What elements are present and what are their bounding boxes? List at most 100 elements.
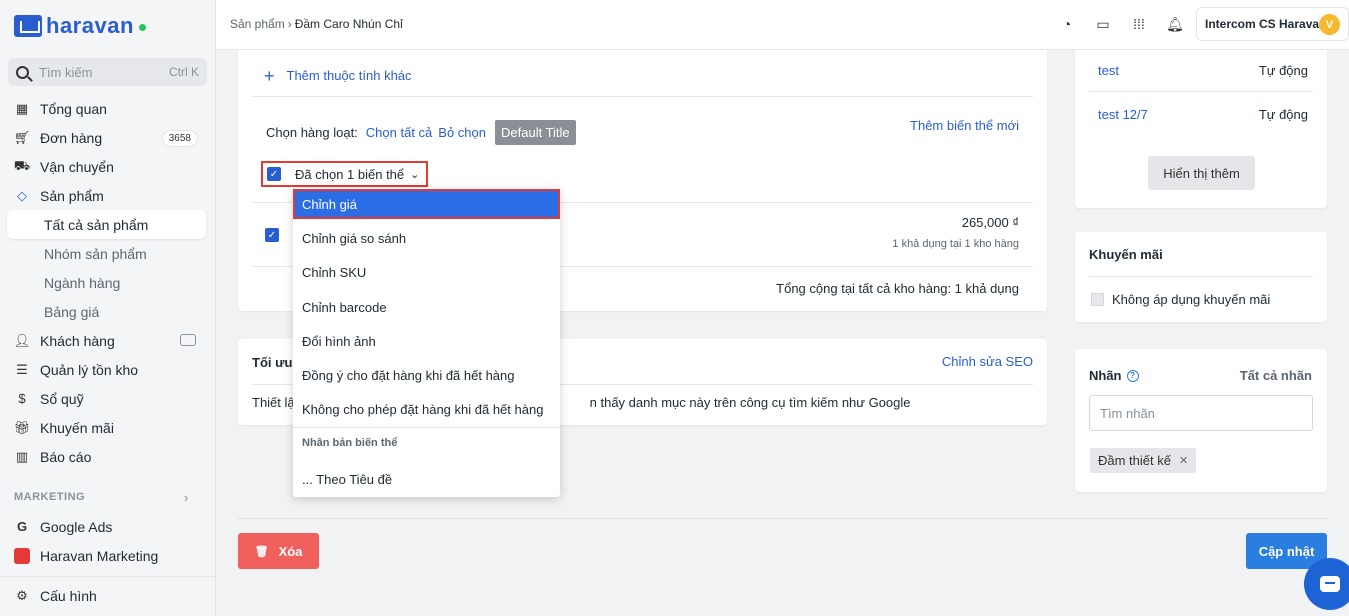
tags-card: Nhãn ? Tất cả nhãn Đầm thiết kế ✕ — [1075, 349, 1327, 492]
selected-variants-toggle[interactable]: ✓ Đã chọn 1 biến thể ⌄ — [261, 161, 428, 187]
sales-channels-card: test Tự động test 12/7 Tự động Hiển thị … — [1075, 50, 1327, 208]
menu-item-allow-backorder[interactable]: Đồng ý cho đặt hàng khi đã hết hàng — [293, 360, 560, 390]
sidebar-item-cashbook[interactable]: $ Sổ quỹ — [0, 384, 216, 413]
menu-divider — [293, 427, 560, 428]
delete-label: Xóa — [278, 543, 303, 559]
apps-grid-icon[interactable]: ⁞⁞⁞ — [1131, 16, 1147, 32]
account-menu[interactable]: Intercom CS Haravan V — [1196, 7, 1349, 41]
breadcrumb: Sản phẩm › Đầm Caro Nhún Chỉ — [230, 17, 403, 31]
deselect-link[interactable]: Bỏ chọn — [438, 125, 486, 140]
select-all-link[interactable]: Chọn tất cả — [366, 125, 433, 140]
footer-divider — [238, 518, 1327, 519]
sidebar-subitem-price-lists[interactable]: Bảng giá — [0, 297, 216, 326]
sidebar-item-haravan-marketing[interactable]: Haravan Marketing — [0, 541, 216, 570]
sidebar-item-overview[interactable]: ▦ Tổng quan — [0, 94, 216, 123]
all-tags-link[interactable]: Tất cả nhãn — [1240, 368, 1312, 383]
haravan-marketing-icon — [14, 547, 30, 564]
sidebar-item-label: Sổ quỹ — [40, 390, 84, 407]
tag-chip: Đầm thiết kế ✕ — [1090, 448, 1197, 473]
divider — [252, 96, 1033, 97]
haravan-logo-icon — [14, 15, 42, 37]
sidebar-item-label: Google Ads — [40, 518, 113, 535]
channel-name-link[interactable]: test 12/7 — [1098, 107, 1148, 122]
sidebar-item-customers[interactable]: 👤︎ Khách hàng — [0, 326, 216, 355]
sidebar-item-reports[interactable]: ▥ Báo cáo — [0, 442, 216, 471]
seo-title: Tối ưu — [252, 355, 293, 370]
sidebar-item-orders[interactable]: 🛒︎ Đơn hàng 3658 — [0, 123, 216, 152]
chevron-down-icon: ⌄ — [410, 168, 420, 181]
channel-row: test Tự động — [1098, 63, 1308, 78]
tag-icon: ◇ — [17, 187, 27, 203]
checkbox-checked-icon[interactable]: ✓ — [267, 167, 281, 181]
menu-item-deny-backorder[interactable]: Không cho phép đặt hàng khi đã hết hàng — [293, 394, 560, 424]
menu-item-change-image[interactable]: Đổi hình ảnh — [293, 326, 560, 356]
channel-mode: Tự động — [1258, 107, 1308, 122]
inventory-icon: ☰ — [16, 361, 28, 377]
sidebar-item-label: Haravan Marketing — [40, 547, 159, 564]
sidebar-item-label: Đơn hàng — [40, 129, 103, 146]
bell-icon[interactable]: 🔔︎ — [1166, 16, 1184, 32]
sidebar-subitem-categories[interactable]: Ngành hàng — [0, 268, 216, 297]
sidebar-item-label: Cấu hình — [40, 588, 97, 604]
selected-variants-label: Đã chọn 1 biến thể — [295, 166, 405, 182]
menu-item-duplicate-by-title[interactable]: ... Theo Tiêu đề — [293, 464, 560, 494]
marketing-section-label: MARKETING — [14, 491, 86, 503]
orders-count-badge: 3658 — [161, 130, 198, 147]
add-attribute-label: Thêm thuộc tính khác — [286, 68, 412, 83]
trash-icon: 🗑︎ — [254, 545, 269, 558]
variant-availability: 1 khả dụng tại 1 kho hàng — [892, 238, 1019, 250]
sidebar-item-label: Vận chuyển — [40, 158, 114, 175]
chat-launcher[interactable] — [1304, 558, 1349, 610]
bulk-actions-dropdown: Chỉnh giá Chỉnh giá so sánh Chỉnh SKU Ch… — [293, 188, 560, 497]
breadcrumb-products[interactable]: Sản phẩm — [230, 17, 285, 31]
close-icon[interactable]: ✕ — [1179, 454, 1188, 467]
sidebar-subitem-product-groups[interactable]: Nhóm sản phẩm — [0, 239, 216, 268]
add-variant-link[interactable]: Thêm biến thể mới — [910, 118, 1019, 133]
sidebar-item-google-ads[interactable]: G Google Ads — [0, 512, 216, 541]
bulk-select-label: Chọn hàng loạt: — [266, 125, 358, 140]
sidebar-subitem-all-products[interactable]: Tất cả sản phẩm — [7, 210, 206, 239]
no-promotion-checkbox[interactable]: Không áp dụng khuyến mãi — [1091, 292, 1270, 307]
brand-name: haravan — [46, 13, 134, 38]
account-name: Intercom CS Haravan — [1205, 17, 1327, 31]
show-more-button[interactable]: Hiển thị thêm — [1148, 156, 1255, 190]
channel-name-link[interactable]: test — [1098, 63, 1119, 78]
sidebar-item-shipping[interactable]: ⛟ Vận chuyển — [0, 152, 216, 181]
seo-description-start: Thiết lậ — [252, 395, 295, 410]
sidebar-item-products[interactable]: ◇ Sản phẩm — [0, 181, 216, 210]
variant-row-checkbox[interactable]: ✓ — [265, 228, 279, 242]
feedback-icon[interactable]: ▭ — [1095, 16, 1111, 32]
haravan-logo[interactable]: haravan — [14, 12, 146, 40]
add-attribute-button[interactable]: + Thêm thuộc tính khác — [264, 66, 412, 87]
sidebar-item-settings[interactable]: ⚙ Cấu hình — [0, 577, 216, 615]
tag-search-input[interactable] — [1089, 395, 1313, 431]
menu-item-edit-price[interactable]: Chỉnh giá — [293, 189, 560, 219]
help-icon[interactable]: ? — [1126, 369, 1139, 382]
menu-item-edit-sku[interactable]: Chỉnh SKU — [293, 257, 560, 287]
sidebar-search[interactable]: Tìm kiếm Ctrl K — [8, 58, 207, 86]
default-title-filter[interactable]: Default Title — [495, 120, 576, 145]
bulk-select-row: Chọn hàng loạt: Chọn tất cả Bỏ chọn Defa… — [266, 120, 576, 145]
topbar: Sản phẩm › Đầm Caro Nhún Chỉ ◔ ▭ ⁞⁞⁞ 🔔︎ In… — [216, 0, 1349, 50]
channel-mode: Tự động — [1258, 63, 1308, 78]
menu-item-edit-barcode[interactable]: Chỉnh barcode — [293, 292, 560, 322]
divider — [1089, 276, 1313, 277]
checkbox-unchecked-icon[interactable] — [1091, 293, 1104, 306]
sidebar-item-promotions[interactable]: 🎁︎ Khuyến mãi — [0, 413, 216, 442]
edit-seo-link[interactable]: Chỉnh sửa SEO — [942, 354, 1033, 369]
sidebar-item-label: Tổng quan — [40, 100, 107, 117]
menu-item-edit-compare-price[interactable]: Chỉnh giá so sánh — [293, 223, 560, 253]
support-icon[interactable]: ◔ — [1059, 16, 1075, 32]
seo-description-end: n thấy danh mục này trên công cụ tìm kiế… — [589, 395, 911, 410]
sidebar-item-label: Sản phẩm — [40, 187, 104, 204]
dashboard-icon: ▦ — [15, 100, 29, 116]
delete-button[interactable]: 🗑︎ Xóa — [238, 533, 319, 569]
chevron-right-icon[interactable]: › — [184, 490, 188, 505]
online-status-dot — [138, 23, 146, 31]
cart-icon: 🛒︎ — [13, 129, 31, 145]
sidebar-item-inventory[interactable]: ☰ Quản lý tồn kho — [0, 355, 216, 384]
avatar: V — [1319, 14, 1340, 35]
screen-icon — [180, 334, 196, 346]
channel-row: test 12/7 Tự động — [1098, 107, 1308, 122]
gift-icon: 🎁︎ — [13, 419, 31, 435]
